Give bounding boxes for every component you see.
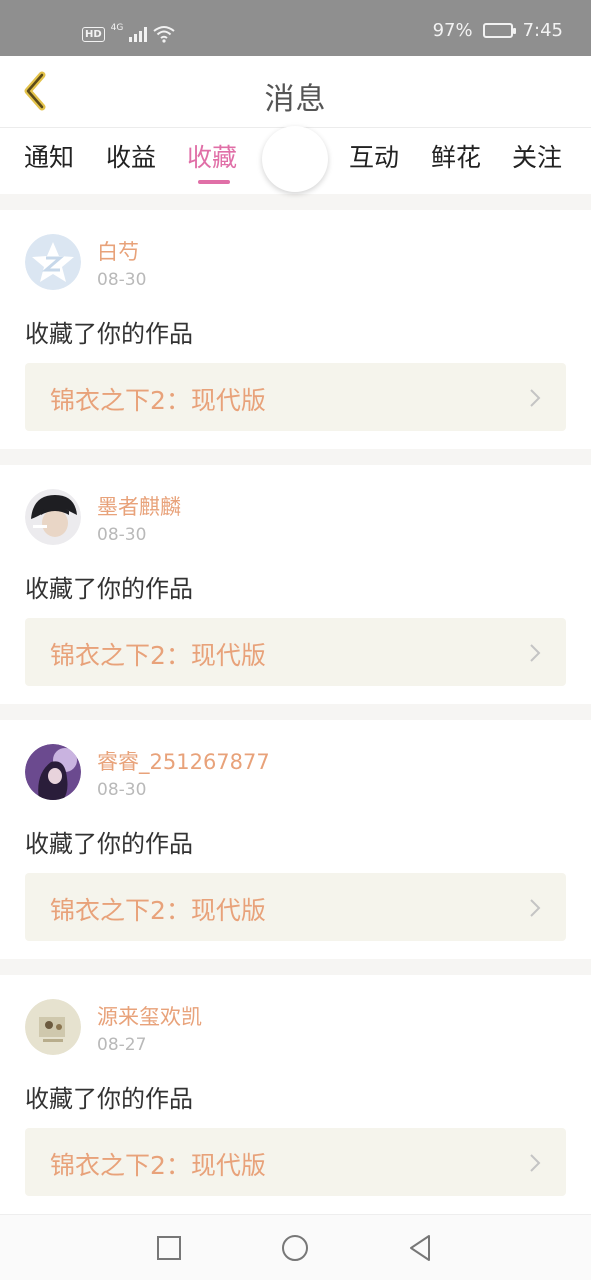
- chevron-right-icon: [530, 389, 541, 407]
- username[interactable]: 墨者麒麟: [97, 491, 181, 521]
- action-text: 收藏了你的作品: [25, 1085, 193, 1113]
- date: 08-30: [97, 270, 147, 290]
- work-link[interactable]: 锦衣之下2：现代版: [25, 1128, 566, 1196]
- tab-notifications[interactable]: 通知: [24, 138, 74, 174]
- hd-badge: HD: [82, 26, 105, 42]
- recents-square-icon: [157, 1236, 181, 1260]
- photo-avatar-icon: [25, 999, 81, 1055]
- chevron-right-icon: [530, 644, 541, 662]
- network-type: 4G: [110, 23, 124, 33]
- tab-earnings[interactable]: 收益: [106, 138, 156, 174]
- tab-flowers[interactable]: 鲜花: [431, 138, 481, 174]
- battery-percent: 97%: [432, 20, 473, 41]
- work-title: 锦衣之下2：现代版: [50, 896, 266, 925]
- wifi-icon: [153, 26, 175, 43]
- work-title: 锦衣之下2：现代版: [50, 1151, 266, 1180]
- tab-interactions[interactable]: 互动: [349, 138, 399, 174]
- default-star-avatar-icon: [25, 234, 81, 290]
- date: 08-27: [97, 1035, 147, 1055]
- action-text: 收藏了你的作品: [25, 575, 193, 603]
- username[interactable]: 白芍: [97, 236, 139, 266]
- status-left: HD 4G: [82, 22, 175, 46]
- list-item: 白芍 08-30 收藏了你的作品 锦衣之下2：现代版: [0, 210, 591, 449]
- username[interactable]: 睿睿_251267877: [97, 746, 270, 776]
- username[interactable]: 源来玺欢凯: [97, 1001, 202, 1031]
- chevron-right-icon: [530, 1154, 541, 1172]
- list-item: 墨者麒麟 08-30 收藏了你的作品 锦衣之下2：现代版: [0, 465, 591, 704]
- back-triangle-icon: [410, 1235, 430, 1261]
- photo-avatar-icon: [25, 744, 81, 800]
- home-circle-icon: [282, 1235, 308, 1261]
- date: 08-30: [97, 780, 147, 800]
- work-title: 锦衣之下2：现代版: [50, 641, 266, 670]
- active-tab-indicator: [198, 180, 230, 184]
- battery-icon: [482, 23, 516, 38]
- status-right: 97% 7:45: [433, 20, 563, 41]
- avatar[interactable]: [25, 744, 81, 800]
- date: 08-30: [97, 525, 147, 545]
- header: 消息: [0, 56, 591, 128]
- status-bar: HD 4G 97% 7:45: [0, 0, 591, 56]
- center-circle-button[interactable]: [262, 126, 328, 192]
- list-item: 睿睿_251267877 08-30 收藏了你的作品 锦衣之下2：现代版: [0, 720, 591, 959]
- photo-avatar-icon: [25, 489, 81, 545]
- avatar[interactable]: [25, 999, 81, 1055]
- home-button[interactable]: [280, 1233, 310, 1263]
- signal-icon: [129, 26, 148, 42]
- recents-button[interactable]: [154, 1233, 184, 1263]
- avatar[interactable]: [25, 234, 81, 290]
- work-link[interactable]: 锦衣之下2：现代版: [25, 618, 566, 686]
- system-nav-bar: [0, 1214, 591, 1280]
- work-title: 锦衣之下2：现代版: [50, 386, 266, 415]
- back-nav-button[interactable]: [405, 1233, 435, 1263]
- tab-favorites[interactable]: 收藏: [187, 138, 237, 174]
- work-link[interactable]: 锦衣之下2：现代版: [25, 363, 566, 431]
- list-item: 源来玺欢凯 08-27 收藏了你的作品 锦衣之下2：现代版: [0, 975, 591, 1214]
- action-text: 收藏了你的作品: [25, 320, 193, 348]
- work-link[interactable]: 锦衣之下2：现代版: [25, 873, 566, 941]
- tab-following[interactable]: 关注: [512, 138, 562, 174]
- page-title: 消息: [264, 82, 327, 117]
- tab-bar: 通知 收益 收藏 互动 鲜花 关注: [0, 126, 591, 194]
- clock: 7:45: [522, 20, 563, 41]
- action-text: 收藏了你的作品: [25, 830, 193, 858]
- avatar[interactable]: [25, 489, 81, 545]
- chevron-right-icon: [530, 899, 541, 917]
